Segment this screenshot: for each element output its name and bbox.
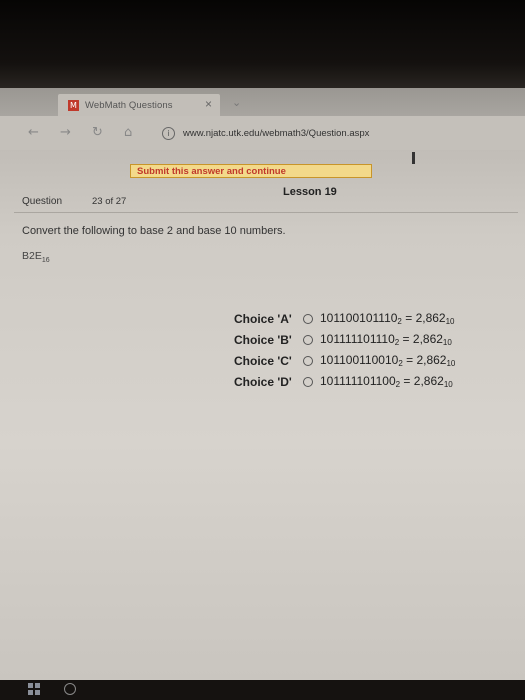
radio-icon[interactable] [303,334,313,345]
binary-base: 2 [394,338,400,347]
binary-value: 101100101110 [320,311,398,325]
binary-base: 2 [395,380,401,389]
address-bar[interactable]: i www.njatc.utk.edu/webmath3/Question.as… [162,123,462,143]
forward-arrow-icon[interactable]: → [60,125,71,140]
decimal-base: 10 [445,317,455,326]
back-arrow-icon[interactable]: ← [28,125,39,140]
problem-number: B2E16 [22,250,50,264]
radio-icon[interactable] [303,355,313,366]
decimal-base: 10 [446,359,456,368]
start-tile [28,683,33,688]
tab-strip: M WebMath Questions × ⌄ [0,88,525,116]
choice-label: Choice 'A' [234,311,292,326]
monitor-bezel-top [0,0,525,90]
start-tile [35,683,40,688]
start-tile [35,690,40,695]
close-icon[interactable]: × [205,97,212,111]
start-tile [28,690,33,695]
text-cursor [412,152,415,164]
browser-tab[interactable]: M WebMath Questions × [58,94,220,116]
radio-icon[interactable] [303,313,313,324]
info-icon[interactable]: i [162,126,175,140]
choice-label: Choice 'B' [234,332,292,347]
decimal-base: 10 [443,380,453,389]
navigation-bar: ← → ↻ ⌂ i www.njatc.utk.edu/webmath3/Que… [0,116,525,150]
instructions-text: Convert the following to base 2 and base… [22,225,286,237]
windows-start-icon[interactable] [28,683,40,695]
binary-base: 2 [398,359,403,368]
lesson-title: Lesson 19 [283,186,337,198]
choice-b[interactable]: Choice 'B' 1011111011102 = 2,86210 [234,329,514,350]
submit-answer-label: Submit this answer and continue [137,165,286,177]
screen: M WebMath Questions × ⌄ ← → ↻ ⌂ i www.nj… [0,88,525,680]
decimal-value: 2,862 [416,353,447,367]
question-count: 23 of 27 [92,196,127,207]
binary-value: 101100110010 [320,353,399,367]
search-icon[interactable] [64,683,76,695]
radio-icon[interactable] [303,376,313,387]
choice-a[interactable]: Choice 'A' 1011001011102 = 2,86210 [234,308,514,329]
problem-base: 16 [41,257,50,265]
submit-answer-button[interactable]: Submit this answer and continue [130,164,372,178]
choice-value: 1011111011102 = 2,86210 [320,332,452,347]
home-icon[interactable]: ⌂ [124,125,132,140]
choice-d[interactable]: Choice 'D' 1011111011002 = 2,86210 [234,371,514,392]
taskbar [0,680,525,700]
decimal-value: 2,862 [412,332,443,346]
binary-value: 101111101100 [320,374,396,388]
binary-base: 2 [397,317,402,326]
problem-digits: B2E [22,250,42,262]
decimal-base: 10 [442,338,452,347]
tab-list-icon[interactable]: ⌄ [232,96,241,109]
divider [14,212,518,213]
question-label: Question [22,196,63,207]
choice-label: Choice 'D' [234,374,292,389]
refresh-icon[interactable]: ↻ [92,125,103,140]
favicon-icon: M [68,99,79,111]
binary-value: 101111101110 [320,332,395,346]
choice-value: 1011001100102 = 2,86210 [320,353,456,368]
choice-label: Choice 'C' [234,353,292,368]
decimal-value: 2,862 [413,374,444,388]
decimal-value: 2,862 [415,311,446,325]
choice-value: 1011111011002 = 2,86210 [320,374,453,389]
choice-value: 1011001011102 = 2,86210 [320,311,455,326]
tab-title: WebMath Questions [85,99,173,111]
url-text[interactable]: www.njatc.utk.edu/webmath3/Question.aspx [183,128,369,139]
answer-choices: Choice 'A' 1011001011102 = 2,86210 Choic… [234,308,514,392]
choice-c[interactable]: Choice 'C' 1011001100102 = 2,86210 [234,350,514,371]
page-content: Submit this answer and continue Question… [0,150,525,680]
